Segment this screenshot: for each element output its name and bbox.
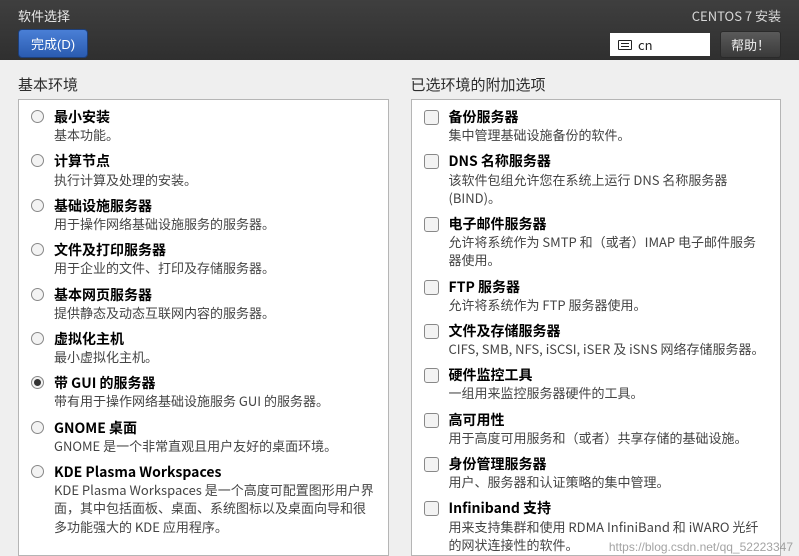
install-title: CENTOS 7 安装 bbox=[610, 6, 781, 25]
radio-icon[interactable] bbox=[31, 154, 44, 167]
option-desc: 基本功能。 bbox=[54, 126, 376, 144]
radio-icon[interactable] bbox=[31, 288, 44, 301]
option-desc: CIFS, SMB, NFS, iSCSI, iSER 及 iSNS 网络存储服… bbox=[449, 340, 769, 358]
base-env-option[interactable]: 基础设施服务器用于操作网络基础设施服务的服务器。 bbox=[31, 197, 376, 233]
option-desc: 执行计算及处理的安装。 bbox=[54, 171, 376, 189]
option-label: 身份管理服务器 bbox=[449, 455, 769, 473]
addon-option[interactable]: 电子邮件服务器允许将系统作为 SMTP 和（或者）IMAP 电子邮件服务器使用。 bbox=[424, 215, 769, 270]
option-desc: 用于企业的文件、打印及存储服务器。 bbox=[54, 259, 376, 277]
addon-option[interactable]: 硬件监控工具一组用来监控服务器硬件的工具。 bbox=[424, 366, 769, 402]
done-button[interactable]: 完成(D) bbox=[18, 29, 88, 58]
checkbox-icon[interactable] bbox=[424, 280, 439, 295]
addon-option[interactable]: FTP 服务器允许将系统作为 FTP 服务器使用。 bbox=[424, 278, 769, 314]
radio-icon[interactable] bbox=[31, 465, 44, 478]
option-desc: 用于操作网络基础设施服务的服务器。 bbox=[54, 215, 376, 233]
option-desc: 允许将系统作为 SMTP 和（或者）IMAP 电子邮件服务器使用。 bbox=[449, 233, 769, 269]
checkbox-icon[interactable] bbox=[424, 368, 439, 383]
watermark-text: https://blog.csdn.net/qq_52223347 bbox=[609, 540, 793, 554]
addon-option[interactable]: DNS 名称服务器该软件包组允许您在系统上运行 DNS 名称服务器(BIND)。 bbox=[424, 152, 769, 207]
base-env-column: 基本环境 最小安装基本功能。计算节点执行计算及处理的安装。基础设施服务器用于操作… bbox=[18, 74, 389, 556]
checkbox-icon[interactable] bbox=[424, 501, 439, 516]
option-desc: 最小虚拟化主机。 bbox=[54, 348, 376, 366]
base-env-option[interactable]: GNOME 桌面GNOME 是一个非常直观且用户友好的桌面环境。 bbox=[31, 419, 376, 455]
option-desc: 用于高度可用服务和（或者）共享存储的基础设施。 bbox=[449, 429, 769, 447]
radio-icon[interactable] bbox=[31, 376, 44, 389]
radio-icon[interactable] bbox=[31, 199, 44, 212]
keyboard-icon bbox=[618, 40, 632, 50]
option-label: KDE Plasma Workspaces bbox=[54, 463, 376, 481]
checkbox-icon[interactable] bbox=[424, 457, 439, 472]
option-label: GNOME 桌面 bbox=[54, 419, 376, 437]
page-title: 软件选择 bbox=[18, 6, 88, 25]
content-area: 基本环境 最小安装基本功能。计算节点执行计算及处理的安装。基础设施服务器用于操作… bbox=[0, 60, 799, 556]
addon-option[interactable]: 文件及存储服务器CIFS, SMB, NFS, iSCSI, iSER 及 iS… bbox=[424, 322, 769, 358]
checkbox-icon[interactable] bbox=[424, 413, 439, 428]
option-desc: 该软件包组允许您在系统上运行 DNS 名称服务器(BIND)。 bbox=[449, 171, 769, 207]
option-desc: 允许将系统作为 FTP 服务器使用。 bbox=[449, 296, 769, 314]
option-label: 虚拟化主机 bbox=[54, 330, 376, 348]
radio-icon[interactable] bbox=[31, 243, 44, 256]
option-label: DNS 名称服务器 bbox=[449, 152, 769, 170]
option-desc: KDE Plasma Workspaces 是一个高度可配置图形用户界面，其中包… bbox=[54, 481, 376, 536]
option-label: FTP 服务器 bbox=[449, 278, 769, 296]
option-desc: 带有用于操作网络基础设施服务 GUI 的服务器。 bbox=[54, 392, 376, 410]
option-desc: GNOME 是一个非常直观且用户友好的桌面环境。 bbox=[54, 437, 376, 455]
base-env-title: 基本环境 bbox=[18, 74, 389, 95]
option-label: 硬件监控工具 bbox=[449, 366, 769, 384]
addon-option[interactable]: 身份管理服务器用户、服务器和认证策略的集中管理。 bbox=[424, 455, 769, 491]
base-env-option[interactable]: 计算节点执行计算及处理的安装。 bbox=[31, 152, 376, 188]
base-env-option[interactable]: 最小安装基本功能。 bbox=[31, 108, 376, 144]
option-label: 基础设施服务器 bbox=[54, 197, 376, 215]
addon-option[interactable]: 高可用性用于高度可用服务和（或者）共享存储的基础设施。 bbox=[424, 411, 769, 447]
option-label: 备份服务器 bbox=[449, 108, 769, 126]
checkbox-icon[interactable] bbox=[424, 154, 439, 169]
option-desc: 集中管理基础设施备份的软件。 bbox=[449, 126, 769, 144]
base-env-option[interactable]: 带 GUI 的服务器带有用于操作网络基础设施服务 GUI 的服务器。 bbox=[31, 374, 376, 410]
option-label: 计算节点 bbox=[54, 152, 376, 170]
base-env-option[interactable]: 文件及打印服务器用于企业的文件、打印及存储服务器。 bbox=[31, 241, 376, 277]
help-button[interactable]: 帮助！ bbox=[720, 31, 781, 58]
option-desc: 一组用来监控服务器硬件的工具。 bbox=[449, 384, 769, 402]
base-env-option[interactable]: 基本网页服务器提供静态及动态互联网内容的服务器。 bbox=[31, 286, 376, 322]
option-label: 带 GUI 的服务器 bbox=[54, 374, 376, 392]
addon-option[interactable]: 备份服务器集中管理基础设施备份的软件。 bbox=[424, 108, 769, 144]
option-label: 电子邮件服务器 bbox=[449, 215, 769, 233]
header-bar: 软件选择 完成(D) CENTOS 7 安装 cn 帮助！ bbox=[0, 0, 799, 60]
option-label: 最小安装 bbox=[54, 108, 376, 126]
option-label: Infiniband 支持 bbox=[449, 499, 769, 517]
addon-column: 已选环境的附加选项 备份服务器集中管理基础设施备份的软件。 DNS 名称服务器该软… bbox=[411, 74, 782, 556]
addon-title: 已选环境的附加选项 bbox=[411, 74, 782, 95]
keyboard-layout-label: cn bbox=[638, 35, 653, 54]
keyboard-layout-selector[interactable]: cn bbox=[610, 33, 710, 56]
option-label: 文件及存储服务器 bbox=[449, 322, 769, 340]
base-env-option[interactable]: KDE Plasma WorkspacesKDE Plasma Workspac… bbox=[31, 463, 376, 536]
base-env-option[interactable]: 虚拟化主机最小虚拟化主机。 bbox=[31, 330, 376, 366]
base-env-panel[interactable]: 最小安装基本功能。计算节点执行计算及处理的安装。基础设施服务器用于操作网络基础设… bbox=[18, 99, 389, 556]
checkbox-icon[interactable] bbox=[424, 324, 439, 339]
radio-icon[interactable] bbox=[31, 332, 44, 345]
option-label: 文件及打印服务器 bbox=[54, 241, 376, 259]
option-desc: 用户、服务器和认证策略的集中管理。 bbox=[449, 473, 769, 491]
option-desc: 提供静态及动态互联网内容的服务器。 bbox=[54, 304, 376, 322]
radio-icon[interactable] bbox=[31, 421, 44, 434]
option-label: 高可用性 bbox=[449, 411, 769, 429]
radio-icon[interactable] bbox=[31, 110, 44, 123]
checkbox-icon[interactable] bbox=[424, 217, 439, 232]
checkbox-icon[interactable] bbox=[424, 110, 439, 125]
option-label: 基本网页服务器 bbox=[54, 286, 376, 304]
addon-panel[interactable]: 备份服务器集中管理基础设施备份的软件。 DNS 名称服务器该软件包组允许您在系统上… bbox=[411, 99, 782, 556]
